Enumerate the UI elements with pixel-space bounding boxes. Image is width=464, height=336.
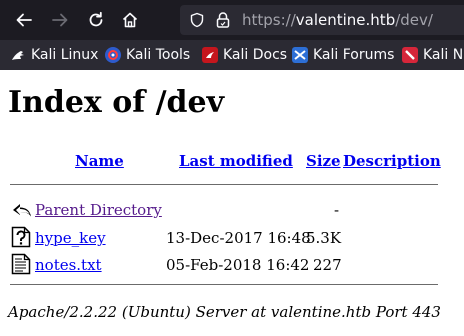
lock-icon[interactable]	[215, 11, 231, 34]
kali-nethunter-icon	[402, 47, 418, 63]
text-file-icon	[11, 253, 31, 275]
kali-dragon-icon	[10, 47, 26, 63]
bookmark-label: Kali Forums	[313, 47, 395, 63]
kali-docs-icon	[202, 47, 218, 63]
column-description-link[interactable]: Description	[343, 152, 441, 170]
kali-forums-icon	[292, 47, 308, 63]
bookmark-kali-linux[interactable]: Kali Linux	[10, 46, 98, 64]
bookmark-kali-docs[interactable]: Kali Docs	[202, 46, 287, 64]
bookmark-kali-nethunter[interactable]: Kali Ne	[402, 46, 464, 64]
address-bar[interactable]: https://valentine.htb/dev/	[180, 5, 464, 35]
bookmark-kali-tools[interactable]: Kali Tools	[105, 46, 190, 64]
shield-icon[interactable]	[189, 12, 205, 33]
row-size: -	[334, 201, 340, 219]
column-size-link[interactable]: Size	[306, 152, 341, 170]
row-size: 5.3K	[306, 229, 342, 247]
forward-arrow-icon[interactable]	[48, 8, 72, 32]
kali-tools-icon	[105, 47, 121, 63]
unknown-file-icon	[11, 226, 31, 248]
url-text[interactable]: https://valentine.htb/dev/	[242, 11, 433, 29]
url-scheme: https://	[242, 11, 296, 29]
divider-top	[10, 184, 438, 185]
bookmark-label: Kali Tools	[126, 47, 191, 63]
row-last-modified: 05-Feb-2018 16:42	[166, 256, 310, 274]
back-arrow-icon[interactable]	[12, 8, 36, 32]
file-link-notes-txt[interactable]: notes.txt	[35, 255, 102, 275]
url-host: valentine.htb	[295, 11, 396, 29]
url-path: /dev/	[395, 11, 433, 29]
home-icon[interactable]	[118, 8, 142, 32]
bookmarks-toolbar: Kali Linux Kali Tools Kali Docs Kali For…	[0, 40, 464, 70]
bookmark-label: Kali Docs	[223, 47, 288, 63]
file-link-hype-key[interactable]: hype_key	[35, 228, 106, 248]
parent-directory-link[interactable]: Parent Directory	[35, 200, 162, 220]
bookmark-label: Kali Linux	[31, 47, 99, 63]
server-signature: Apache/2.2.22 (Ubuntu) Server at valenti…	[8, 303, 441, 321]
bookmark-kali-forums[interactable]: Kali Forums	[292, 46, 394, 64]
column-last-modified-link[interactable]: Last modified	[179, 152, 293, 170]
row-last-modified: 13-Dec-2017 16:48	[166, 229, 311, 247]
reload-icon[interactable]	[84, 8, 108, 32]
back-folder-icon	[11, 199, 31, 221]
column-name-link[interactable]: Name	[75, 152, 124, 170]
divider-bottom	[10, 284, 438, 285]
bookmark-label: Kali Ne	[423, 47, 464, 63]
browser-toolbar: https://valentine.htb/dev/	[0, 0, 464, 40]
page-title: Index of /dev	[8, 85, 225, 120]
row-size: 227	[313, 256, 342, 274]
